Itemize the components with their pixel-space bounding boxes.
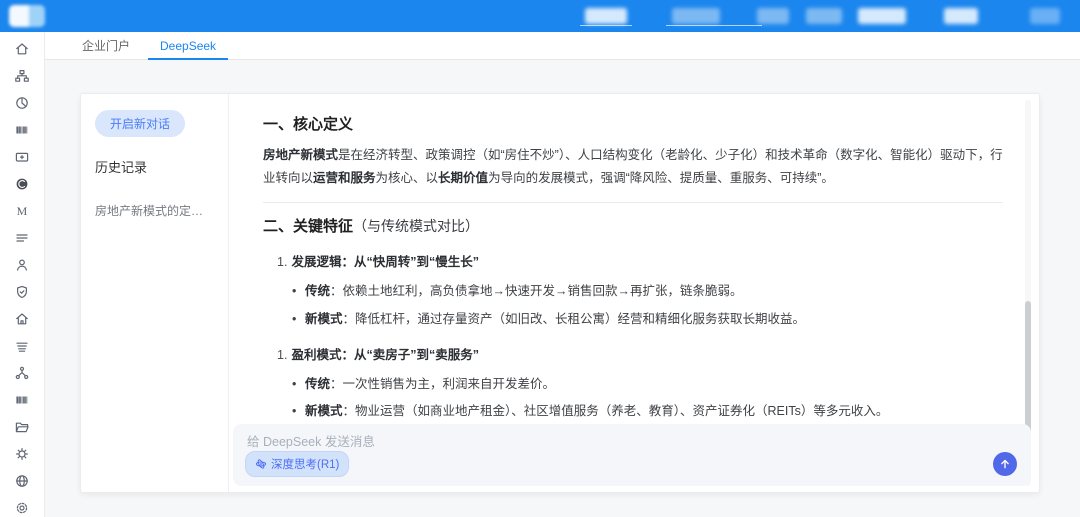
- history-list-item[interactable]: 房地产新模式的定义是什么: [95, 202, 214, 219]
- video-plus-icon[interactable]: [14, 149, 30, 165]
- message-input[interactable]: [247, 432, 971, 452]
- dark-globe-icon[interactable]: [14, 176, 30, 192]
- list-number: 1.: [277, 348, 287, 362]
- nav-item-blurred[interactable]: [757, 8, 789, 24]
- app-logo: [9, 5, 45, 27]
- subsection-title-text: 发展逻辑：从“快周转”到“慢生长”: [291, 255, 479, 269]
- nav-item-blurred[interactable]: [585, 8, 627, 24]
- assistant-message: 一、核心定义 房地产新模式是在经济转型、政策调控（如“房住不炒”）、人口结构变化…: [229, 94, 1023, 424]
- bullet-new-model: 新模式：降低杠杆，通过存量资产（如旧改、长租公寓）经营和精细化服务获取长期收益。: [305, 310, 1003, 329]
- shield-icon[interactable]: [14, 284, 30, 300]
- top-navbar: [0, 0, 1080, 32]
- pie-chart-icon[interactable]: [14, 95, 30, 111]
- letter-m-icon[interactable]: M: [14, 203, 30, 219]
- person-icon[interactable]: [14, 257, 30, 273]
- home-icon[interactable]: [14, 41, 30, 57]
- nav-underline: [666, 25, 762, 26]
- text-run: 为导向的发展模式，强调“降风险、提质量、重服务、可持续”。: [488, 171, 834, 185]
- bullet-label: 传统: [305, 284, 330, 298]
- bullet-text: ：物业运营（如商业地产租金）、社区增值服务（养老、教育）、资产证券化（REITs…: [343, 404, 889, 418]
- deepthink-label: 深度思考(R1): [271, 456, 339, 472]
- bullet-traditional: 传统：依赖土地红利，高负债拿地→快速开发→销售回款→再扩张，链条脆弱。: [305, 282, 1003, 301]
- chat-area: 一、核心定义 房地产新模式是在经济转型、政策调控（如“房住不炒”）、人口结构变化…: [229, 94, 1039, 492]
- heading-normal: （与传统模式对比）: [353, 218, 479, 234]
- chat-history-panel: 开启新对话 历史记录 房地产新模式的定义是什么: [81, 94, 229, 492]
- globe-icon[interactable]: [14, 473, 30, 489]
- section-heading-core-definition: 一、核心定义: [263, 113, 1003, 134]
- barcode-2-icon[interactable]: [14, 392, 30, 408]
- deepthink-atom-icon: [255, 458, 267, 470]
- deepthink-toggle-button[interactable]: 深度思考(R1): [245, 451, 349, 477]
- nav-item-blurred[interactable]: [672, 8, 720, 24]
- message-input-box: 深度思考(R1): [233, 424, 1031, 486]
- subsection-title: 1. 发展逻辑：从“快周转”到“慢生长”: [277, 251, 1003, 270]
- section-divider: [263, 202, 1003, 203]
- section-heading-key-features: 二、关键特征（与传统模式对比）: [263, 215, 1003, 236]
- list-number: 1.: [277, 255, 287, 269]
- home-2-icon[interactable]: [14, 311, 30, 327]
- arrow-up-icon: [999, 458, 1011, 470]
- subsection-title: 1. 盈利模式：从“卖房子”到“卖服务”: [277, 344, 1003, 363]
- text-run: 为核心、以: [376, 171, 439, 185]
- badge-gear-icon[interactable]: [14, 446, 30, 462]
- layers-icon[interactable]: [14, 338, 30, 354]
- nav-item-blurred[interactable]: [806, 8, 842, 24]
- bold-run: 运营和服务: [313, 171, 376, 185]
- bullet-text: ：依赖土地红利，高负债拿地→快速开发→销售回款→再扩张，链条脆弱。: [330, 284, 743, 298]
- send-button[interactable]: [993, 452, 1017, 476]
- bullet-text: ：一次性销售为主，利润来自开发差价。: [330, 377, 555, 391]
- bold-run: 长期价值: [438, 171, 488, 185]
- gear-icon[interactable]: [14, 500, 30, 516]
- bold-run: 房地产新模式: [263, 148, 338, 162]
- core-definition-paragraph: 房地产新模式是在经济转型、政策调控（如“房住不炒”）、人口结构变化（老龄化、少子…: [263, 144, 1003, 189]
- tab-bar: 企业门户 DeepSeek: [45, 32, 1080, 60]
- deepseek-chat-card: 开启新对话 历史记录 房地产新模式的定义是什么 一、核心定义 房地产新模式是在经…: [80, 93, 1040, 493]
- nav-item-blurred[interactable]: [944, 8, 978, 24]
- nav-item-blurred[interactable]: [858, 8, 906, 24]
- nav-item-blurred[interactable]: [1030, 8, 1060, 24]
- left-icon-rail: M: [0, 32, 45, 517]
- bullet-text: ：降低杠杆，通过存量资产（如旧改、长租公寓）经营和精细化服务获取长期收益。: [343, 312, 806, 326]
- bullet-label: 传统: [305, 377, 330, 391]
- barcode-icon[interactable]: [14, 122, 30, 138]
- subsection-title-text: 盈利模式：从“卖房子”到“卖服务”: [291, 348, 479, 362]
- tab-enterprise-portal[interactable]: 企业门户: [72, 32, 140, 60]
- history-title: 历史记录: [95, 157, 214, 176]
- folder-open-icon[interactable]: [14, 419, 30, 435]
- share-nodes-icon[interactable]: [14, 365, 30, 381]
- new-chat-button[interactable]: 开启新对话: [95, 110, 185, 137]
- nav-underline: [580, 25, 632, 26]
- bullet-label: 新模式: [305, 404, 343, 418]
- app-page: M 企业门户 DeepSeek 开启新对话 历史记录 房地产新模式的定义是什么 …: [0, 0, 1080, 517]
- svg-text:M: M: [17, 204, 28, 218]
- bullet-label: 新模式: [305, 312, 343, 326]
- list-icon[interactable]: [14, 230, 30, 246]
- workspace: 开启新对话 历史记录 房地产新模式的定义是什么 一、核心定义 房地产新模式是在经…: [45, 60, 1080, 517]
- tab-deepseek[interactable]: DeepSeek: [150, 32, 226, 60]
- org-chart-icon[interactable]: [14, 68, 30, 84]
- bullet-new-model: 新模式：物业运营（如商业地产租金）、社区增值服务（养老、教育）、资产证券化（RE…: [305, 402, 1003, 421]
- bullet-traditional: 传统：一次性销售为主，利润来自开发差价。: [305, 375, 1003, 394]
- heading-bold: 二、关键特征: [263, 218, 353, 235]
